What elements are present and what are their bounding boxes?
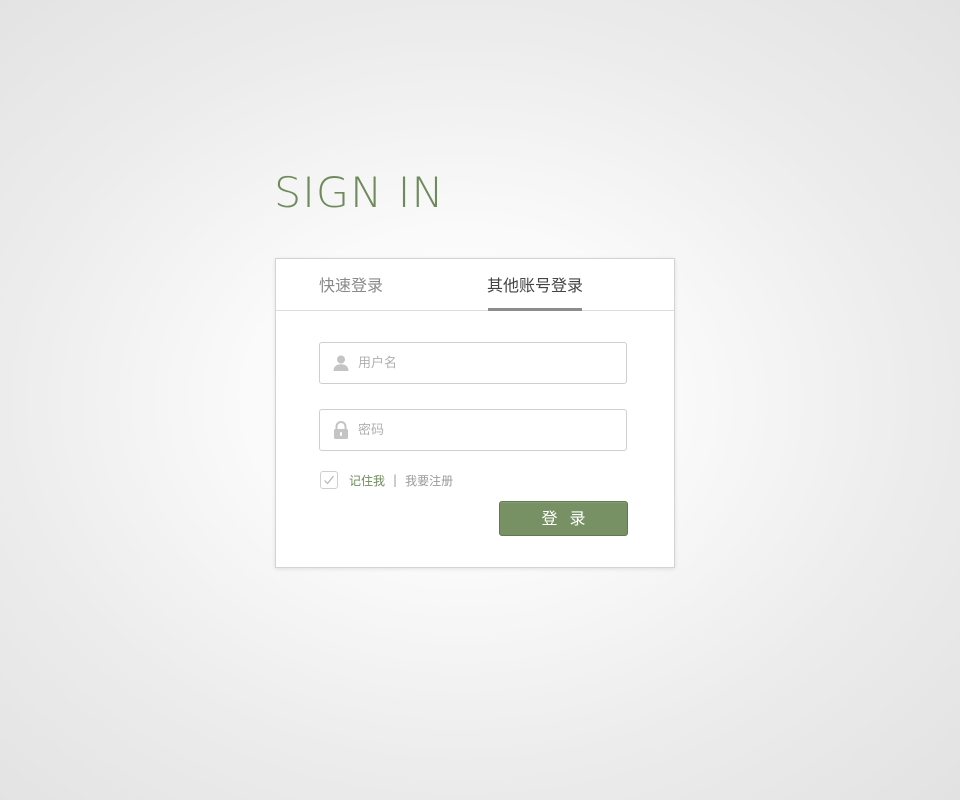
user-icon [332, 354, 350, 372]
tab-quick-login[interactable]: 快速登录 [319, 275, 383, 297]
link-divider: | [393, 473, 398, 487]
password-field[interactable] [319, 409, 627, 451]
username-input[interactable] [358, 343, 620, 383]
username-field[interactable] [319, 342, 627, 384]
login-card: 快速登录 其他账号登录 记住我 | 我要注册 [275, 258, 675, 568]
remember-row: 记住我 | 我要注册 [320, 470, 453, 490]
register-link[interactable]: 我要注册 [405, 472, 453, 489]
remember-checkbox[interactable] [320, 471, 338, 489]
active-tab-indicator [488, 308, 582, 311]
login-button[interactable]: 登录 [499, 501, 628, 536]
lock-icon [332, 421, 350, 439]
remember-label[interactable]: 记住我 [349, 472, 385, 489]
login-tabs: 快速登录 其他账号登录 [276, 259, 674, 311]
page-title: SIGN IN [274, 168, 445, 217]
password-input[interactable] [358, 410, 620, 450]
tab-other-account-login[interactable]: 其他账号登录 [487, 275, 583, 297]
checkmark-icon [324, 475, 334, 485]
